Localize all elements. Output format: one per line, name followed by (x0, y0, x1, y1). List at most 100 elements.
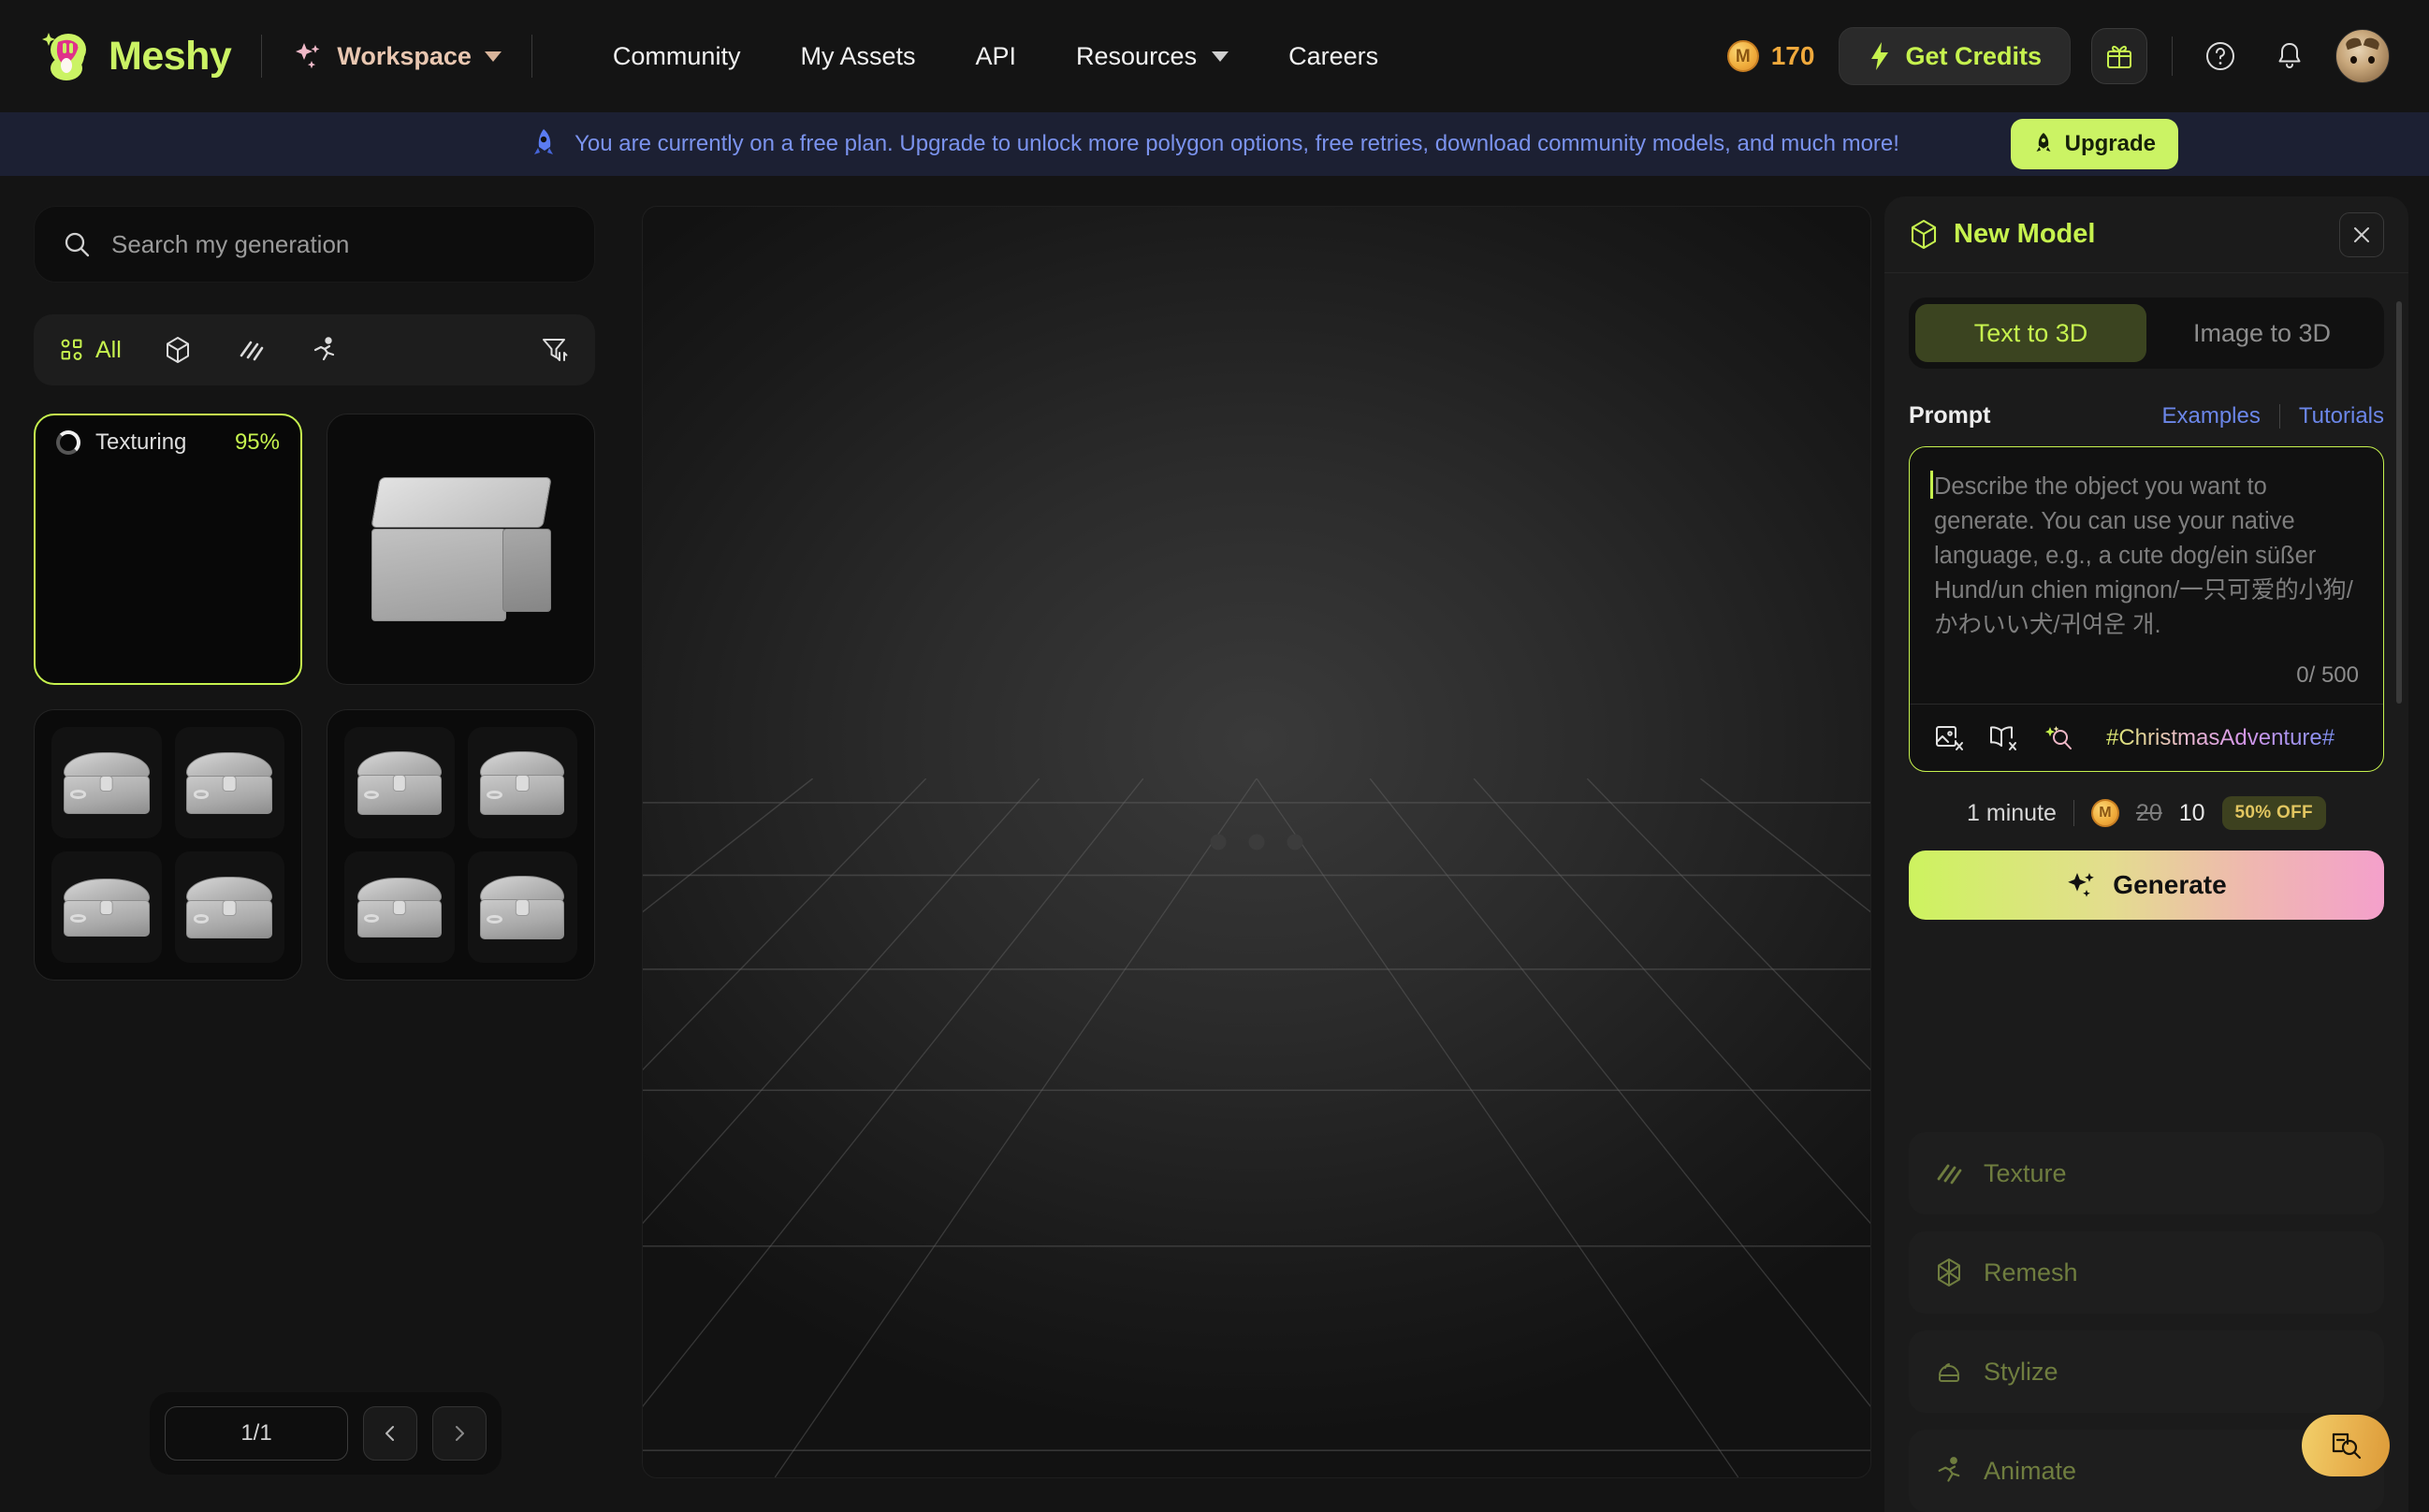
estimated-time: 1 minute (1967, 799, 2057, 826)
workspace-switcher[interactable]: Workspace (292, 40, 502, 72)
filter-texture[interactable] (238, 337, 264, 363)
prompt-header-row: Prompt Examples Tutorials (1909, 402, 2384, 429)
panel-title: New Model (1954, 219, 2096, 249)
asset-card-texturing[interactable]: Texturing 95% (34, 414, 302, 685)
discount-badge: 50% OFF (2221, 796, 2326, 830)
tab-image-to-3d[interactable]: Image to 3D (2146, 304, 2378, 362)
help-circle-icon (2204, 40, 2236, 72)
credits-value: 170 (1770, 41, 1815, 70)
close-panel-button[interactable] (2339, 211, 2384, 257)
prompt-label: Prompt (1909, 402, 1991, 429)
upgrade-label: Upgrade (2064, 131, 2156, 156)
asset-card-percent: 95% (234, 429, 280, 455)
asset-card-grid: Texturing 95% (34, 414, 595, 981)
panel-scrollbar[interactable] (2396, 301, 2402, 704)
workspace-label: Workspace (337, 41, 472, 70)
prompt-box[interactable]: Describe the object you want to generate… (1909, 446, 2384, 772)
nav-link-label: My Assets (800, 41, 916, 70)
nav-link-resources[interactable]: Resources (1046, 42, 1258, 71)
nav-link-my-assets[interactable]: My Assets (770, 42, 945, 71)
asset-card-crate[interactable] (327, 414, 595, 685)
top-navigation-bar: Meshy Workspace Community My Assets API … (0, 0, 2429, 112)
meta-divider (2073, 800, 2074, 826)
action-label: Stylize (1984, 1357, 2058, 1386)
filter-sort-icon (541, 336, 569, 364)
banner-content: You are currently on a free plan. Upgrad… (530, 127, 1899, 161)
credits-display[interactable]: M 170 (1726, 40, 1815, 72)
page-zoom-fab[interactable] (2302, 1415, 2390, 1476)
nav-divider-2 (531, 35, 532, 78)
3d-viewport[interactable] (642, 206, 1871, 1478)
coin-icon: M (2090, 799, 2119, 827)
action-label: Remesh (1984, 1258, 2078, 1287)
bell-icon (2275, 40, 2305, 72)
action-remesh[interactable]: Remesh (1909, 1231, 2384, 1314)
prev-page-button[interactable] (363, 1406, 417, 1461)
loading-dot (1210, 834, 1227, 850)
generate-button[interactable]: Generate (1909, 850, 2384, 920)
lightning-bolt-icon (1868, 41, 1892, 71)
generation-meta-row: 1 minute M 20 10 50% OFF (1909, 796, 2384, 830)
nav-link-label: Careers (1288, 41, 1379, 70)
notifications-button[interactable] (2266, 33, 2313, 80)
search-input[interactable] (111, 229, 566, 259)
meshy-logo-icon (37, 27, 95, 85)
hashtag-suggestion[interactable]: #ChristmasAdventure# (2106, 725, 2334, 751)
chest-thumb (51, 727, 162, 838)
asset-card-chest-quad-2[interactable] (327, 709, 595, 981)
chest-thumb (174, 727, 284, 838)
panel-scroll-area: Text to 3D Image to 3D Prompt Examples T… (1884, 273, 2408, 1113)
upgrade-button[interactable]: Upgrade (2010, 119, 2178, 169)
left-sidebar: All (0, 176, 629, 1512)
page-indicator[interactable]: 1/1 (165, 1406, 348, 1461)
next-page-button[interactable] (432, 1406, 487, 1461)
pagination: 1/1 (150, 1392, 502, 1475)
filter-model[interactable] (165, 336, 191, 364)
nav-link-community[interactable]: Community (583, 42, 771, 71)
chest-thumb (174, 851, 284, 963)
magic-search-icon[interactable] (2043, 724, 2073, 752)
text-caret (1930, 471, 1933, 499)
nav-link-api[interactable]: API (945, 42, 1046, 71)
viewport-grid-floor (643, 778, 1870, 1477)
search-bar[interactable] (34, 206, 595, 283)
asset-filter-bar: All (34, 314, 595, 385)
image-prompt-icon[interactable] (1934, 724, 1964, 752)
get-credits-button[interactable]: Get Credits (1839, 27, 2071, 85)
filter-all[interactable]: All (60, 337, 122, 364)
action-stylize[interactable]: Stylize (1909, 1330, 2384, 1413)
rocket-icon (530, 127, 558, 161)
prompt-char-count: 0/ 500 (2296, 662, 2359, 688)
help-button[interactable] (2197, 33, 2244, 80)
running-person-icon (1935, 1456, 1963, 1486)
action-texture[interactable]: Texture (1909, 1132, 2384, 1214)
prompt-textarea[interactable]: Describe the object you want to generate… (1910, 447, 2383, 662)
filter-animate[interactable] (311, 336, 337, 364)
chest-thumb (467, 851, 577, 963)
new-model-panel: New Model Text to 3D Image to 3D Prompt … (1884, 196, 2408, 1512)
nav-link-careers[interactable]: Careers (1258, 42, 1408, 71)
coin-icon: M (1726, 40, 1759, 72)
examples-link[interactable]: Examples (2161, 403, 2260, 429)
avatar[interactable] (2335, 29, 2390, 83)
brand-logo[interactable]: Meshy (37, 27, 232, 85)
asset-card-chest-quad-1[interactable] (34, 709, 302, 981)
loading-dot (1248, 834, 1265, 850)
chest-thumb (344, 727, 455, 838)
banner-text: You are currently on a free plan. Upgrad… (575, 131, 1899, 156)
tutorials-link[interactable]: Tutorials (2299, 403, 2384, 429)
generate-label: Generate (2113, 870, 2227, 899)
chest-thumb (467, 727, 577, 838)
tab-text-to-3d[interactable]: Text to 3D (1915, 304, 2146, 362)
sparkles-icon (2066, 869, 2098, 901)
chest-thumb (51, 851, 162, 963)
get-credits-label: Get Credits (1905, 41, 2042, 70)
gift-button[interactable] (2091, 28, 2147, 84)
nav-divider-3 (2172, 36, 2173, 76)
chevron-down-icon (1212, 51, 1229, 62)
sparkles-icon (292, 40, 324, 72)
sort-filter-button[interactable] (541, 336, 569, 364)
style-book-icon[interactable] (1988, 724, 2018, 752)
asset-card-status-row: Texturing 95% (36, 415, 300, 470)
action-label: Texture (1984, 1158, 2067, 1187)
